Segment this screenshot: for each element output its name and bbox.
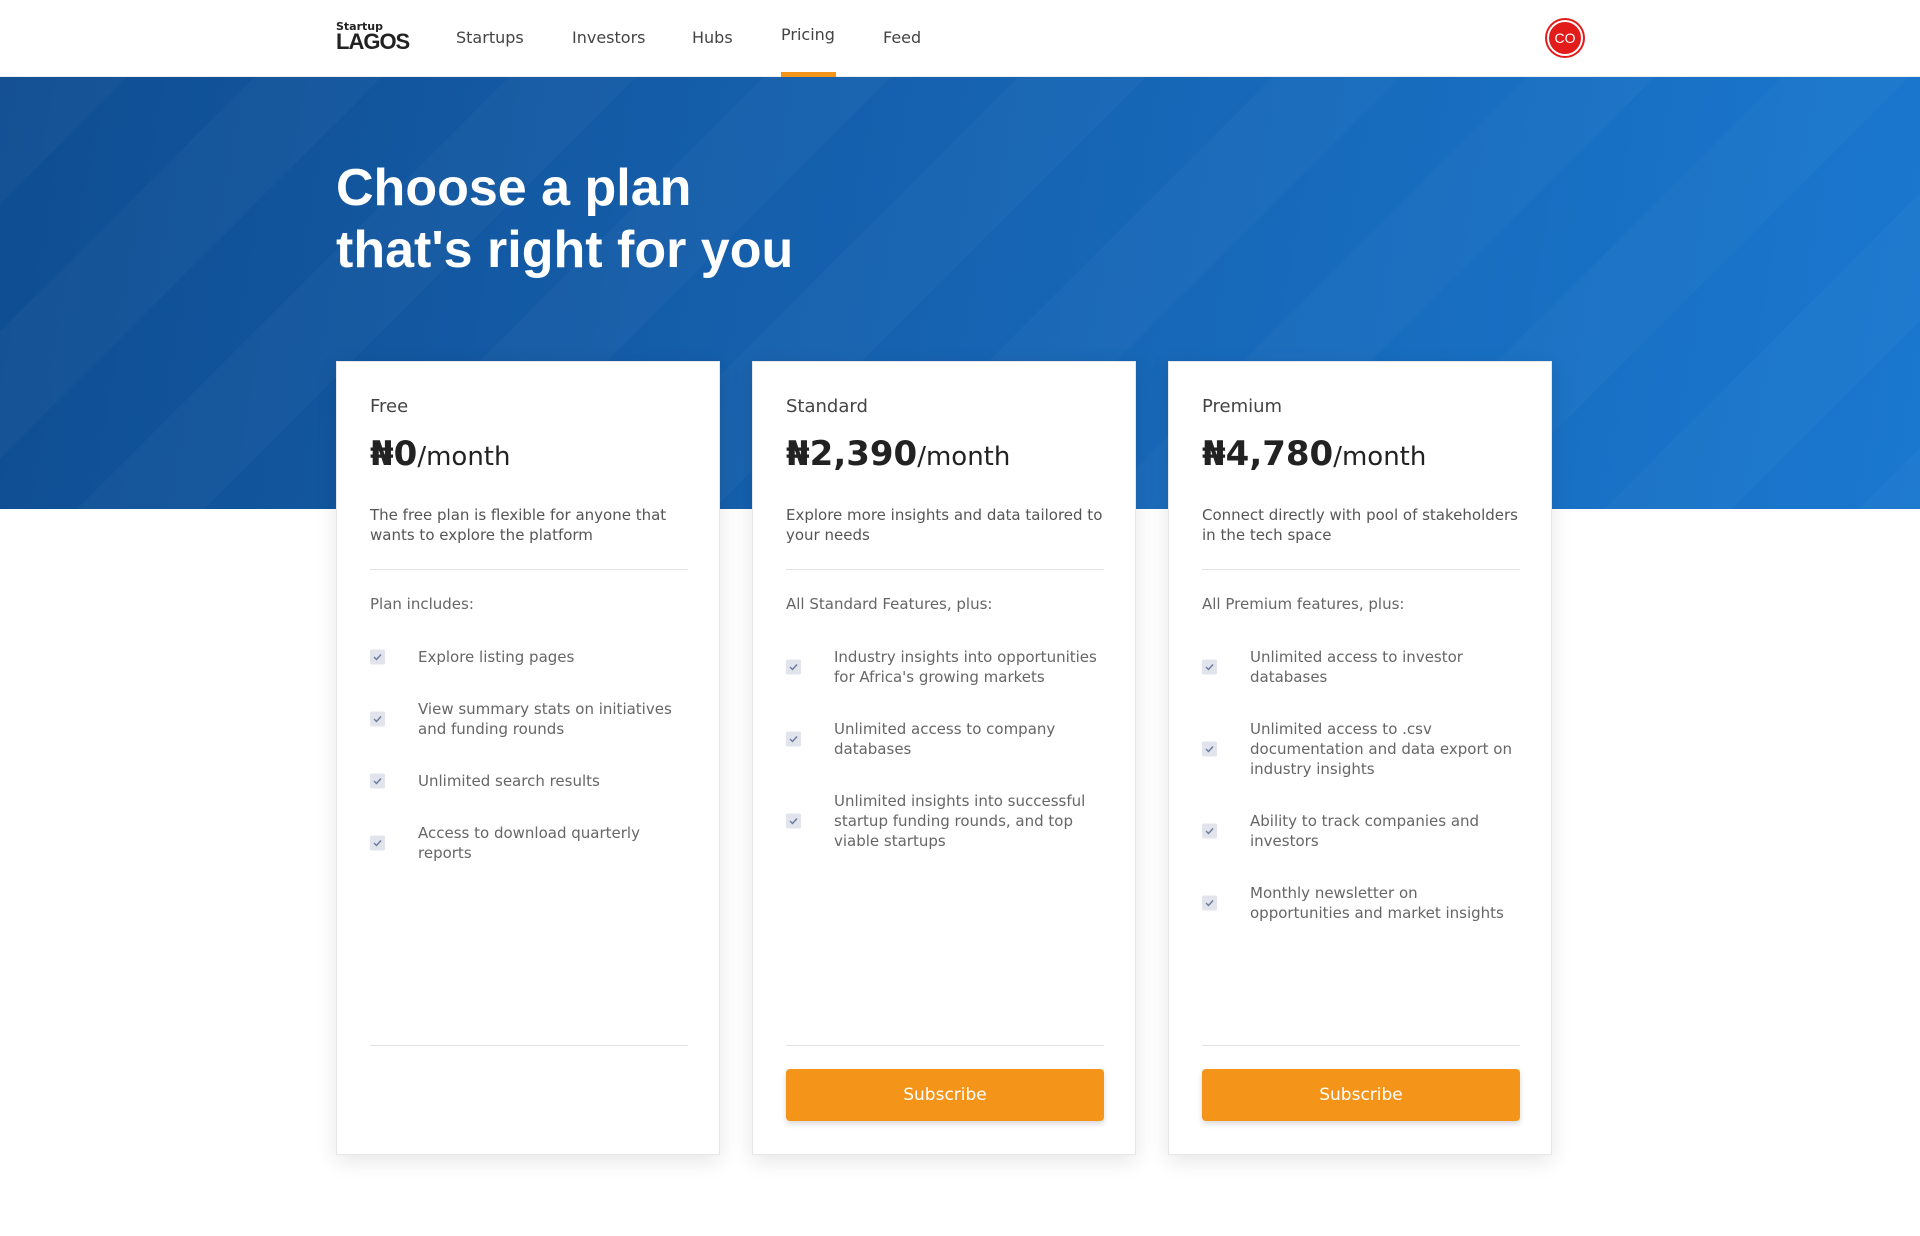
feature-item: Industry insights into opportunities for…: [786, 647, 1106, 687]
divider: [786, 1045, 1104, 1046]
page-title-line-2: that's right for you: [336, 221, 794, 279]
checkmark-icon: [786, 813, 801, 829]
checkmark-icon: [370, 773, 385, 789]
feature-text: Ability to track companies and investors: [1250, 812, 1480, 850]
feature-text: Unlimited search results: [418, 772, 600, 790]
checkmark-icon: [786, 731, 801, 747]
plan-price: ₦2,390/month: [786, 434, 1010, 474]
feature-text: Access to download quarterly reports: [418, 824, 640, 862]
feature-text: Unlimited access to investor databases: [1250, 648, 1463, 686]
feature-item: Unlimited insights into successful start…: [786, 791, 1106, 851]
subscribe-button[interactable]: Subscribe: [786, 1069, 1104, 1121]
price-amount: ₦2,390: [786, 434, 918, 474]
nav-link-investors[interactable]: Investors: [572, 28, 645, 47]
feature-text: Explore listing pages: [418, 648, 575, 666]
plan-name: Standard: [786, 396, 868, 417]
plan-card-premium: Premium ₦4,780/month Connect directly wi…: [1168, 361, 1552, 1155]
plan-description: The free plan is flexible for anyone tha…: [370, 506, 667, 544]
price-amount: ₦0: [370, 434, 418, 474]
checkmark-icon: [370, 711, 385, 727]
feature-item: Unlimited access to company databases: [786, 719, 1106, 759]
logo-big-text: LAGOS: [336, 29, 410, 54]
plan-price: ₦0/month: [370, 434, 510, 474]
top-nav: Startup LAGOS Startups Investors Hubs Pr…: [0, 0, 1920, 77]
plan-name: Free: [370, 396, 409, 417]
price-period: /month: [917, 442, 1011, 472]
nav-link-feed[interactable]: Feed: [883, 28, 921, 47]
divider: [786, 569, 1104, 570]
feature-list: Industry insights into opportunities for…: [786, 647, 1106, 883]
page-title-line-1: Choose a plan: [336, 159, 692, 217]
feature-text: Monthly newsletter on opportunities and …: [1250, 884, 1504, 922]
nav-link-pricing[interactable]: Pricing: [781, 25, 835, 44]
subscribe-button[interactable]: Subscribe: [1202, 1069, 1520, 1121]
nav-link-startups[interactable]: Startups: [456, 28, 524, 47]
feature-item: Unlimited access to .csv documentation a…: [1202, 719, 1522, 779]
feature-list: Explore listing pages View summary stats…: [370, 647, 690, 895]
feature-item: Explore listing pages: [370, 647, 690, 667]
feature-text: Industry insights into opportunities for…: [834, 648, 1097, 686]
feature-text: View summary stats on initiatives and fu…: [418, 700, 672, 738]
price-period: /month: [1333, 442, 1427, 472]
feature-item: Monthly newsletter on opportunities and …: [1202, 883, 1522, 923]
feature-item: Ability to track companies and investors: [1202, 811, 1522, 851]
plan-card-free: Free ₦0/month The free plan is flexible …: [336, 361, 720, 1155]
divider: [370, 1045, 688, 1046]
price-amount: ₦4,780: [1202, 434, 1334, 474]
price-period: /month: [417, 442, 511, 472]
checkmark-icon: [1202, 823, 1217, 839]
checkmark-icon: [370, 835, 385, 851]
checkmark-icon: [786, 659, 801, 675]
startup-lagos-logo[interactable]: Startup LAGOS: [336, 20, 410, 54]
plan-description: Explore more insights and data tailored …: [786, 506, 1103, 544]
page-title: Choose a plan that's right for you: [336, 157, 1136, 281]
plan-description: Connect directly with pool of stakeholde…: [1202, 506, 1518, 544]
feature-item: Unlimited search results: [370, 771, 690, 791]
plan-includes-label: All Standard Features, plus:: [786, 595, 993, 613]
nav-link-hubs[interactable]: Hubs: [692, 28, 733, 47]
feature-item: Unlimited access to investor databases: [1202, 647, 1522, 687]
feature-item: View summary stats on initiatives and fu…: [370, 699, 690, 739]
feature-text: Unlimited access to .csv documentation a…: [1250, 720, 1512, 778]
feature-list: Unlimited access to investor databases U…: [1202, 647, 1522, 955]
plan-includes-label: Plan includes:: [370, 595, 474, 613]
divider: [1202, 1045, 1520, 1046]
divider: [1202, 569, 1520, 570]
checkmark-icon: [1202, 741, 1217, 757]
plan-name: Premium: [1202, 396, 1283, 417]
checkmark-icon: [1202, 659, 1217, 675]
user-avatar[interactable]: CO: [1547, 20, 1583, 56]
checkmark-icon: [370, 649, 385, 665]
plan-card-standard: Standard ₦2,390/month Explore more insig…: [752, 361, 1136, 1155]
feature-text: Unlimited insights into successful start…: [834, 792, 1086, 850]
plan-price: ₦4,780/month: [1202, 434, 1426, 474]
checkmark-icon: [1202, 895, 1217, 911]
feature-item: Access to download quarterly reports: [370, 823, 690, 863]
plan-includes-label: All Premium features, plus:: [1202, 595, 1405, 613]
divider: [370, 569, 688, 570]
feature-text: Unlimited access to company databases: [834, 720, 1056, 758]
